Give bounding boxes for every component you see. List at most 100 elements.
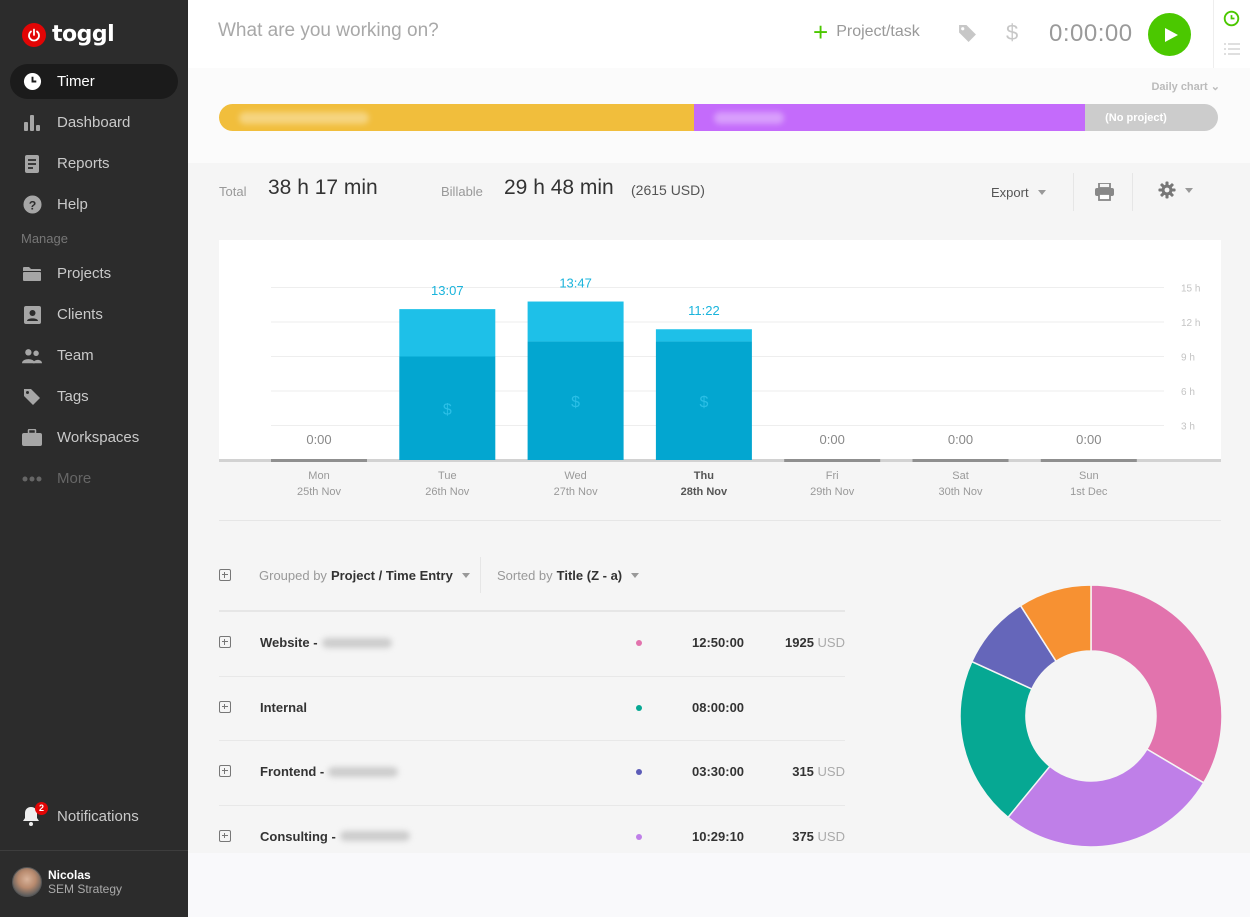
export-label: Export <box>991 185 1029 200</box>
sidebar-item-timer[interactable]: Timer <box>10 64 178 99</box>
toolbar-divider <box>1073 173 1074 211</box>
blurred-client-name <box>321 637 392 648</box>
x-tick-label: Tue 26th Nov <box>397 468 497 500</box>
project-bar-segment[interactable]: (No project) <box>1085 104 1218 131</box>
bar-empty <box>912 459 1009 463</box>
avatar <box>12 867 42 897</box>
row-title[interactable]: Consulting - <box>260 829 410 844</box>
svg-text:?: ? <box>28 198 36 212</box>
billable-amount: (2615 USD) <box>631 182 705 198</box>
billable-dollar-icon[interactable]: $ <box>1006 20 1018 46</box>
day-name: Thu <box>693 470 714 482</box>
tag-icon[interactable] <box>958 24 977 48</box>
sidebar-item-help[interactable]: ? Help <box>10 187 178 222</box>
y-tick-label: 9 h <box>1181 353 1195 364</box>
bar-value-label: 13:47 <box>559 276 592 291</box>
project-bar-segment[interactable] <box>219 104 694 131</box>
sidebar-item-team[interactable]: Team <box>10 338 178 373</box>
billable-label: Billable <box>441 184 483 199</box>
sidebar-item-dashboard[interactable]: Dashboard <box>10 105 178 140</box>
daily-chart-label: Daily chart <box>1151 81 1208 93</box>
billable-dollar-icon: $ <box>699 394 708 411</box>
toggl-logo[interactable]: toggl <box>22 22 115 47</box>
table-row[interactable]: Website - 12:50:00 1925 USD <box>219 612 845 677</box>
y-tick-label: 15 h <box>1181 284 1200 295</box>
settings-dropdown[interactable] <box>1158 181 1193 199</box>
row-title[interactable]: Frontend - <box>260 764 399 779</box>
project-list: Website - 12:50:00 1925 USD Internal 08:… <box>219 612 845 870</box>
sidebar-item-reports[interactable]: Reports <box>10 146 178 181</box>
bar-value-label: 0:00 <box>306 432 331 447</box>
project-distribution-bar: (No project) <box>219 104 1218 131</box>
project-name: Website - <box>260 635 318 650</box>
x-tick-label: Fri 29th Nov <box>782 468 882 500</box>
bar-nonbillable <box>527 301 624 342</box>
daily-chart-dropdown[interactable]: Daily chart ⌄ <box>1151 80 1220 93</box>
group-by-dropdown[interactable]: Grouped by Project / Time Entry <box>259 568 470 583</box>
table-row[interactable]: Frontend - 03:30:00 315 USD <box>219 741 845 806</box>
amount-value: 315 <box>792 764 814 779</box>
sidebar-nav: Timer Dashboard Reports ? Help Manage Pr… <box>10 64 178 502</box>
amount: 375 USD <box>792 829 845 844</box>
manage-section-label: Manage <box>21 231 68 246</box>
caret-down-icon <box>1185 187 1193 193</box>
table-row[interactable]: Internal 08:00:00 <box>219 677 845 741</box>
sidebar-item-workspaces[interactable]: Workspaces <box>10 420 178 455</box>
expand-row-icon[interactable] <box>219 829 231 842</box>
bar-empty <box>784 459 881 463</box>
billable-dollar-icon: $ <box>443 401 452 418</box>
sidebar-item-tags[interactable]: Tags <box>10 379 178 414</box>
caret-down-icon <box>461 573 470 578</box>
row-title[interactable]: Website - <box>260 635 392 650</box>
project-donut-chart <box>959 584 1223 848</box>
sidebar-item-clients[interactable]: Clients <box>10 297 178 332</box>
bar-value-label: 13:07 <box>431 283 464 298</box>
project-bar-segment[interactable] <box>693 104 1086 131</box>
bar-nonbillable <box>399 309 496 357</box>
start-timer-button[interactable] <box>1148 13 1191 56</box>
sidebar-item-projects[interactable]: Projects <box>10 256 178 291</box>
sidebar-item-more[interactable]: More <box>10 461 178 496</box>
y-tick-label: 12 h <box>1181 318 1200 329</box>
expand-row-icon[interactable] <box>219 700 231 713</box>
gear-icon <box>1158 181 1176 199</box>
document-icon <box>22 154 42 174</box>
manual-mode-list-icon[interactable] <box>1224 42 1240 60</box>
project-color-dot <box>636 704 642 711</box>
project-name: Internal <box>260 699 307 715</box>
x-tick-label: Sun 1st Dec <box>1039 468 1139 500</box>
x-tick-label: Wed 27th Nov <box>526 468 626 500</box>
project-color-dot <box>636 640 642 646</box>
caret-down-icon <box>631 573 640 578</box>
row-title[interactable]: Internal <box>260 700 307 715</box>
chart-svg: 3 h 6 h 9 h 12 h 15 h 0:00 $13:07 $13:47 $11:22 0… <box>271 276 1200 463</box>
timer-mode-clock-icon[interactable] <box>1223 10 1240 32</box>
bar-value-label: 0:00 <box>1076 432 1101 447</box>
tag-icon <box>22 387 42 407</box>
sidebar-item-label: Help <box>57 196 88 213</box>
export-dropdown[interactable]: Export <box>991 185 1046 200</box>
sidebar-item-label: Workspaces <box>57 429 140 446</box>
blurred-client-name <box>339 831 410 841</box>
expand-all-icon[interactable] <box>219 569 231 581</box>
user-name: Nicolas <box>48 868 91 882</box>
day-name: Sat <box>952 470 969 482</box>
expand-row-icon[interactable] <box>219 765 231 777</box>
project-task-button[interactable]: + Project/task <box>813 19 920 45</box>
bar-chart-icon <box>22 113 42 133</box>
day-date: 1st Dec <box>1070 486 1108 498</box>
notifications-button[interactable]: 2 Notifications <box>22 802 139 826</box>
mode-switcher <box>1213 0 1250 68</box>
clock-icon <box>22 72 42 92</box>
amount: 315 USD <box>792 764 845 779</box>
description-input[interactable] <box>218 20 718 42</box>
print-icon[interactable] <box>1095 182 1114 206</box>
caret-down-icon <box>1037 190 1046 195</box>
project-summary: Daily chart ⌄ (No project) <box>188 68 1250 163</box>
user-profile[interactable]: Nicolas SEM Strategy <box>12 867 122 897</box>
section-divider <box>219 520 1221 521</box>
expand-row-icon[interactable] <box>219 636 231 648</box>
sidebar-item-label: Team <box>57 347 94 364</box>
day-date: 30th Nov <box>938 486 983 498</box>
sort-by-dropdown[interactable]: Sorted by Title (Z - a) <box>497 568 640 583</box>
